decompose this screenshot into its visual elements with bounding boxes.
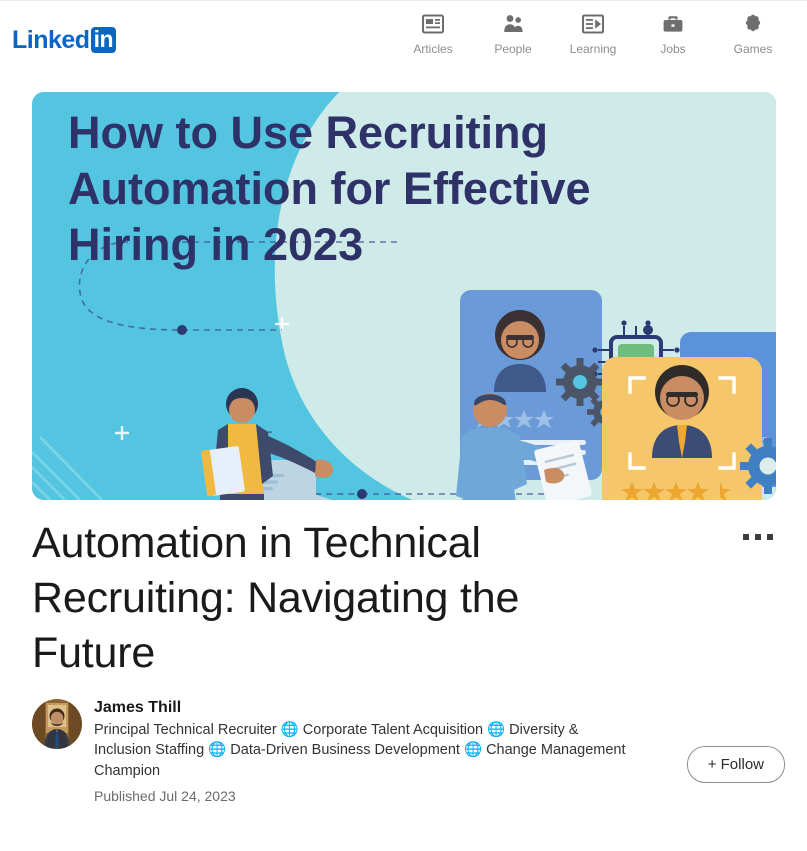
games-icon [742, 11, 764, 37]
follow-button[interactable]: + Follow [686, 746, 785, 784]
more-dot [743, 534, 749, 540]
top-navigation-bar: Linked in Articles People Learning Jobs … [0, 0, 807, 82]
author-row: James Thill Principal Technical Recruite… [0, 697, 807, 804]
nav-item-learning[interactable]: Learning [553, 11, 633, 55]
linkedin-logo[interactable]: Linked in [12, 25, 117, 54]
more-options-button[interactable] [735, 522, 781, 552]
logo-in-badge: in [90, 27, 117, 53]
nav-items: Articles People Learning Jobs Games [393, 11, 793, 55]
nav-item-people[interactable]: People [473, 11, 553, 55]
learning-icon [582, 11, 604, 37]
avatar[interactable] [32, 699, 82, 750]
article-body: Automation in Technical Recruiting: Navi… [0, 500, 807, 804]
author-text: James Thill Principal Technical Recruite… [94, 697, 639, 804]
nav-item-articles[interactable]: Articles [393, 11, 473, 55]
articles-icon [422, 11, 444, 37]
nav-label-jobs: Jobs [660, 42, 686, 56]
nav-item-jobs[interactable]: Jobs [633, 11, 713, 55]
nav-label-articles: Articles [413, 42, 453, 56]
avatar-photo [32, 699, 82, 750]
title-row: Automation in Technical Recruiting: Navi… [0, 500, 807, 681]
nav-label-games: Games [733, 42, 773, 56]
article-cover-image: How to Use Recruiting Automation for Eff… [32, 92, 776, 500]
nav-label-learning: Learning [569, 42, 617, 56]
jobs-icon [662, 11, 684, 37]
nav-label-people: People [494, 42, 532, 56]
cover-illustration: How to Use Recruiting Automation for Eff… [32, 92, 776, 500]
published-date: Published Jul 24, 2023 [94, 788, 236, 805]
logo-wordmark: Linked [12, 25, 90, 54]
author-headline: Principal Technical Recruiter 🌐 Corporat… [94, 721, 626, 779]
more-dot [767, 534, 773, 540]
people-icon [502, 11, 524, 37]
svg-text:How to Use Recruiting: How to Use Recruiting [68, 107, 548, 158]
svg-text:Hiring in 2023: Hiring in 2023 [68, 219, 363, 270]
more-dot [755, 534, 761, 540]
author-name[interactable]: James Thill [94, 697, 639, 719]
svg-text:Automation for Effective: Automation for Effective [68, 163, 591, 214]
nav-item-games[interactable]: Games [713, 11, 793, 55]
page-title: Automation in Technical Recruiting: Navi… [32, 519, 520, 678]
